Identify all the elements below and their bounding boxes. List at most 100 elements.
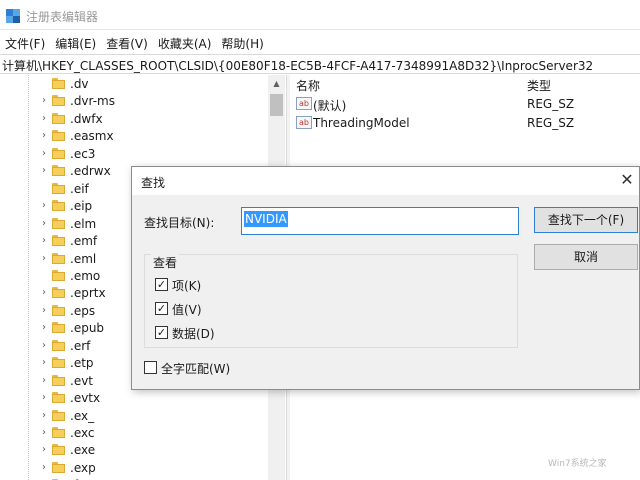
chevron-right-icon[interactable]: › — [39, 148, 49, 160]
watermark: Win7系统之家 — [548, 459, 607, 469]
chevron-right-icon[interactable]: › — [39, 322, 49, 334]
tree-item-label: .easmx — [70, 129, 114, 144]
checkbox-values-label: 值(V) — [172, 303, 202, 317]
value-name: (默认) — [313, 99, 347, 113]
chevron-right-icon[interactable]: › — [39, 165, 49, 177]
folder-icon — [52, 78, 65, 89]
tree-item-label: .eml — [70, 251, 97, 266]
scroll-thumb[interactable] — [270, 94, 283, 116]
chevron-right-icon[interactable]: › — [39, 113, 49, 125]
menu-edit[interactable]: 编辑(E) — [50, 33, 101, 53]
tree-item-label: .edrwx — [70, 164, 111, 179]
checkbox-keys-label: 项(K) — [172, 279, 202, 293]
chevron-right-icon[interactable]: › — [39, 375, 49, 387]
value-row[interactable]: ab (默认) REG_SZ — [290, 95, 640, 113]
tree-item-label: .elm — [70, 216, 97, 231]
chevron-right-icon[interactable]: › — [39, 235, 49, 247]
find-dialog: 查找 ✕ 查找目标(N): NVIDIA 查找下一个(F) 取消 查看 ✓ 项(… — [131, 166, 640, 390]
ab-string-icon: ab — [296, 97, 312, 110]
tree-item-label: .ex_ — [70, 408, 95, 423]
folder-icon — [52, 444, 65, 456]
checkbox-checked-icon[interactable]: ✓ — [155, 326, 168, 339]
folder-icon — [52, 269, 65, 281]
checkbox-checked-icon[interactable]: ✓ — [155, 302, 168, 315]
registry-editor-icon — [6, 9, 20, 23]
tree-item-label: .emf — [70, 234, 98, 249]
chevron-right-icon[interactable]: › — [39, 357, 49, 369]
chevron-right-icon[interactable]: › — [39, 410, 49, 422]
chevron-right-icon[interactable]: › — [39, 95, 49, 107]
menu-help[interactable]: 帮助(H) — [216, 33, 268, 53]
tree-item[interactable]: .dv — [0, 76, 268, 93]
scroll-up-icon[interactable]: ▲ — [268, 75, 285, 92]
folder-icon — [52, 392, 65, 404]
chevron-right-icon[interactable]: › — [39, 340, 49, 352]
folder-icon — [52, 147, 65, 159]
folder-icon — [52, 130, 65, 142]
folder-icon — [52, 217, 65, 229]
tree-item-label: .ec3 — [70, 146, 96, 161]
chevron-right-icon[interactable]: › — [39, 427, 49, 439]
folder-icon — [52, 322, 65, 334]
tree-item-label: .eps — [70, 303, 96, 318]
chevron-right-icon[interactable]: › — [39, 200, 49, 212]
chevron-right-icon[interactable]: › — [39, 218, 49, 230]
folder-icon — [52, 112, 65, 124]
folder-icon — [52, 427, 65, 438]
tree-item[interactable]: › .exe — [0, 442, 268, 459]
folder-icon — [52, 252, 65, 264]
folder-icon — [52, 304, 65, 316]
folder-icon — [52, 200, 65, 212]
tree-item-label: .epub — [70, 321, 105, 336]
ab-string-icon: ab — [296, 116, 312, 129]
checkbox-data-label: 数据(D) — [172, 327, 215, 341]
find-target-input[interactable]: NVIDIA — [241, 207, 519, 235]
tree-item-label: .evtx — [70, 391, 101, 406]
tree-item-label: .exp — [70, 460, 96, 475]
chevron-right-icon[interactable]: › — [39, 392, 49, 404]
tree-item[interactable]: › .ex_ — [0, 408, 268, 425]
chevron-right-icon[interactable]: › — [39, 305, 49, 317]
cancel-button[interactable]: 取消 — [534, 244, 638, 270]
tree-item[interactable]: › .dwfx — [0, 111, 268, 128]
folder-icon — [52, 165, 65, 177]
look-at-group: 查看 ✓ 项(K) ✓ 值(V) ✓ 数据(D) — [144, 254, 518, 348]
value-type: REG_SZ — [527, 97, 575, 111]
look-at-label: 查看 — [151, 254, 180, 271]
folder-icon — [52, 409, 65, 421]
tree-item[interactable]: › .exp — [0, 460, 268, 477]
tree-item[interactable]: › .easmx — [0, 128, 268, 145]
tree-item-label: .dwfx — [70, 111, 103, 126]
tree-item-label: .etp — [70, 356, 94, 371]
tree-item-label: .dv — [70, 77, 89, 91]
checkbox-checked-icon[interactable]: ✓ — [155, 278, 168, 291]
value-row[interactable]: ab ThreadingModel REG_SZ — [290, 114, 640, 132]
tree-item[interactable]: › .exc — [0, 425, 268, 442]
address-bar[interactable]: 计算机\HKEY_CLASSES_ROOT\CLSID\{00E80F18-EC… — [0, 54, 640, 74]
tree-item[interactable]: › .ec3 — [0, 146, 268, 163]
menu-file[interactable]: 文件(F) — [0, 33, 50, 53]
tree-item[interactable]: › .evtx — [0, 390, 268, 407]
tree-item-label: .eif — [70, 181, 89, 196]
column-header-name[interactable]: 名称 — [296, 77, 320, 94]
menu-view[interactable]: 查看(V) — [101, 33, 153, 53]
chevron-right-icon[interactable]: › — [39, 462, 49, 474]
checkbox-whole-string-label: 全字匹配(W) — [161, 362, 231, 376]
close-icon[interactable]: ✕ — [615, 167, 639, 195]
folder-icon — [52, 339, 65, 351]
column-header-type[interactable]: 类型 — [527, 77, 551, 94]
menu-favorites[interactable]: 收藏夹(A) — [153, 33, 217, 53]
folder-icon — [52, 287, 65, 299]
folder-icon — [52, 235, 65, 247]
chevron-right-icon[interactable]: › — [39, 253, 49, 265]
menu-bar: 文件(F) 编辑(E) 查看(V) 收藏夹(A) 帮助(H) — [0, 33, 269, 53]
tree-item-label: .erf — [70, 338, 91, 353]
tree-item[interactable]: › .dvr-ms — [0, 93, 268, 110]
folder-icon — [52, 461, 65, 473]
checkbox-unchecked-icon[interactable] — [144, 361, 157, 374]
tree-item-label: .exc — [70, 426, 95, 440]
chevron-right-icon[interactable]: › — [39, 444, 49, 456]
chevron-right-icon[interactable]: › — [39, 287, 49, 299]
find-next-button[interactable]: 查找下一个(F) — [534, 207, 638, 233]
chevron-right-icon[interactable]: › — [39, 130, 49, 142]
